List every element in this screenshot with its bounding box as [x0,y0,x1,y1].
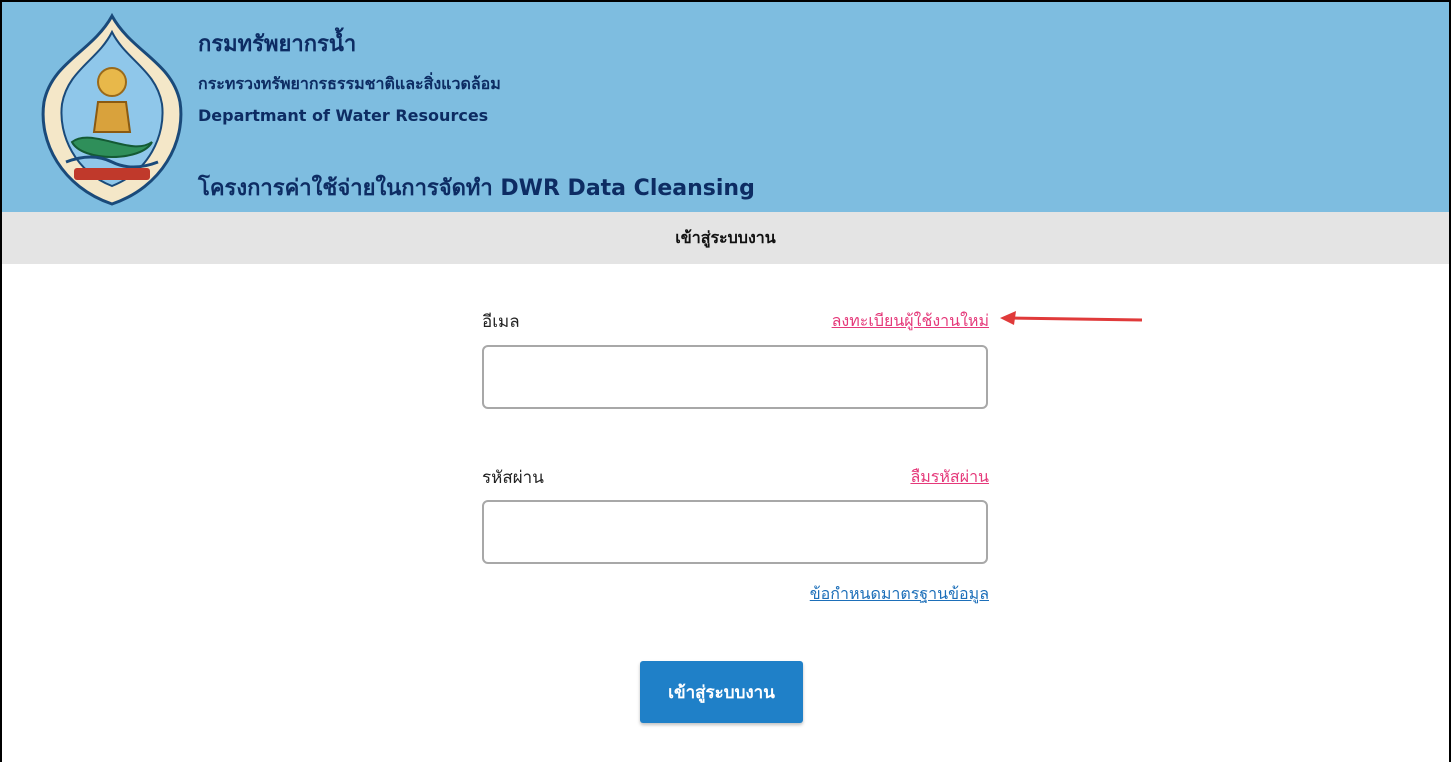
data-standards-link[interactable]: ข้อกำหนดมาตรฐานข้อมูล [810,582,989,607]
password-label: รหัสผ่าน [482,468,544,488]
page-title: เข้าสู่ระบบงาน [675,228,776,247]
project-title: โครงการค่าใช้จ่ายในการจัดทำ DWR Data Cle… [198,176,755,201]
org-name-thai: กรมทรัพยากรน้ำ [198,32,357,57]
email-label: อีเมล [482,312,520,332]
header-banner: กรมทรัพยากรน้ำ กระทรวงทรัพยากรธรรมชาติแล… [2,2,1449,212]
register-new-user-link[interactable]: ลงทะเบียนผู้ใช้งานใหม่ [832,309,989,334]
page-title-bar: เข้าสู่ระบบงาน [2,212,1449,264]
password-input[interactable] [482,500,988,564]
login-button[interactable]: เข้าสู่ระบบงาน [640,661,803,723]
department-emblem-icon [41,12,183,206]
ministry-name: กระทรวงทรัพยากรธรรมชาติและสิ่งแวดล้อม [198,74,501,93]
org-name-english: Departmant of Water Resources [198,106,489,125]
forgot-password-link[interactable]: ลืมรหัสผ่าน [910,465,989,490]
email-input[interactable] [482,345,988,409]
annotation-arrow-icon [1000,311,1143,325]
